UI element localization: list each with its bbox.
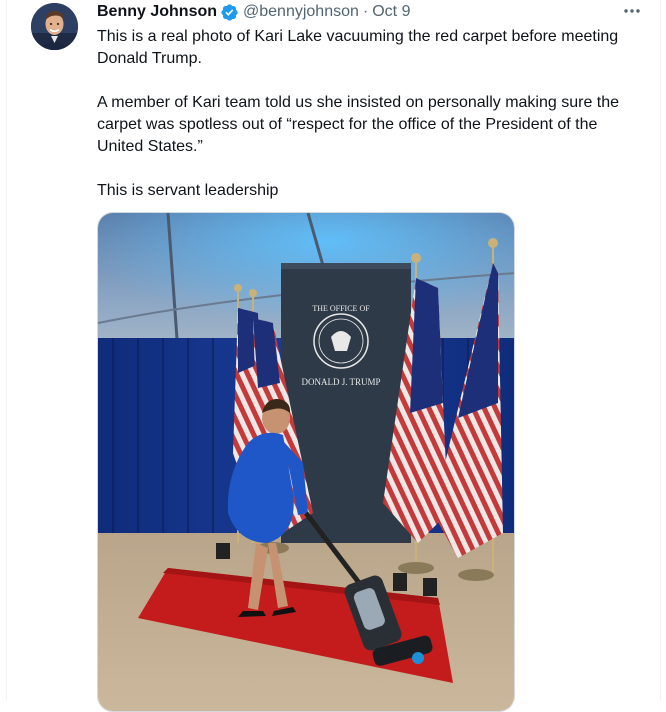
tweet-paragraph: This is servant leadership bbox=[97, 182, 279, 199]
tweet-paragraph: A member of Kari team told us she insist… bbox=[97, 94, 620, 155]
verified-badge-icon bbox=[221, 3, 238, 21]
tweet-paragraph: This is a real photo of Kari Lake vacuum… bbox=[97, 28, 619, 67]
tweet-timestamp[interactable]: Oct 9 bbox=[372, 2, 410, 22]
header-separator: · bbox=[362, 3, 369, 20]
tweet-card: Benny Johnson @bennyjohnson · Oct 9 This… bbox=[6, 0, 661, 712]
author-handle[interactable]: @bennyjohnson bbox=[243, 2, 359, 22]
tweet-photo[interactable]: THE OFFICE OF DONALD J. TRUMP bbox=[97, 212, 515, 712]
podium-arc-text: THE OFFICE OF bbox=[312, 304, 370, 313]
tweet-text: This is a real photo of Kari Lake vacuum… bbox=[97, 26, 642, 202]
more-options-icon[interactable] bbox=[622, 2, 642, 20]
avatar-image bbox=[31, 3, 78, 50]
avatar[interactable] bbox=[31, 3, 78, 50]
author-name[interactable]: Benny Johnson bbox=[97, 2, 217, 22]
photo-image: THE OFFICE OF DONALD J. TRUMP bbox=[98, 213, 514, 711]
podium-name-text: DONALD J. TRUMP bbox=[301, 377, 380, 387]
tweet-header: Benny Johnson @bennyjohnson · Oct 9 bbox=[97, 2, 410, 22]
